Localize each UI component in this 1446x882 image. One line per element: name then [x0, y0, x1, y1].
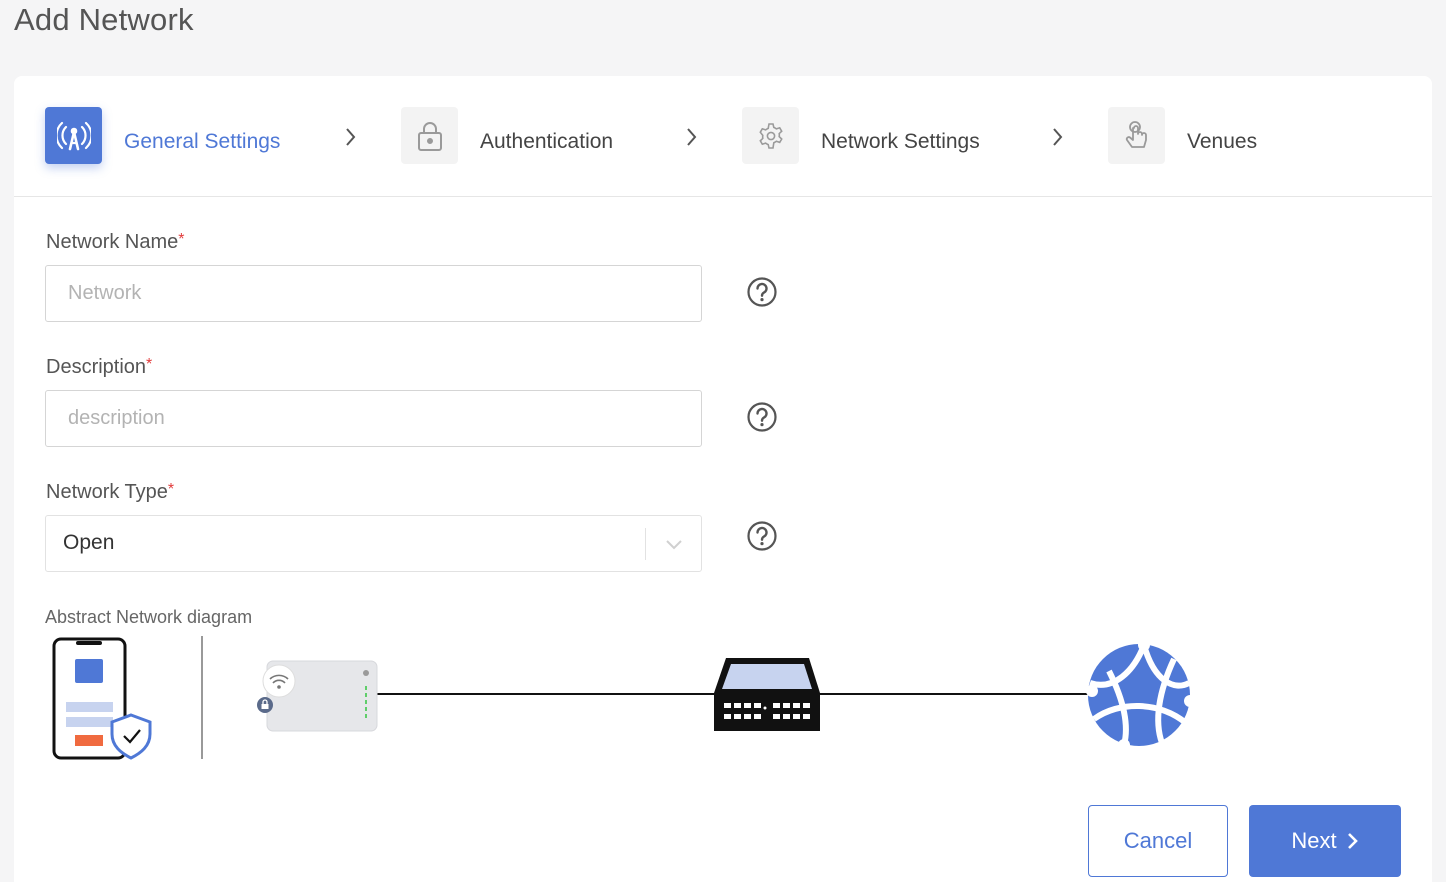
description-label: Description*	[46, 356, 152, 379]
chevron-right-icon	[346, 128, 356, 146]
help-icon[interactable]	[746, 520, 778, 552]
phone-shield-icon	[52, 637, 152, 760]
step-label: Authentication	[480, 129, 614, 153]
access-point-icon	[257, 660, 378, 732]
description-input[interactable]	[45, 390, 702, 447]
step-label: General Settings	[124, 129, 281, 153]
step-network-settings[interactable]: Network Settings	[742, 107, 980, 164]
hand-pointer-icon	[1108, 107, 1165, 164]
network-diagram	[52, 636, 1196, 760]
cancel-button[interactable]: Cancel	[1088, 805, 1228, 877]
next-button[interactable]: Next	[1249, 805, 1401, 877]
broadcast-antenna-icon	[45, 107, 102, 164]
help-icon[interactable]	[746, 276, 778, 308]
diagram-label: Abstract Network diagram	[45, 607, 253, 627]
wizard-stepper: General Settings Authentication Network …	[14, 76, 1432, 197]
lock-icon	[401, 107, 458, 164]
description-label-text: Description	[46, 356, 147, 378]
network-type-label-text: Network Type	[46, 481, 168, 503]
gear-icon	[742, 107, 799, 164]
wizard-card: General Settings Authentication Network …	[14, 76, 1432, 882]
chevron-right-icon	[1053, 128, 1063, 146]
required-mark: *	[146, 356, 153, 373]
network-name-label-text: Network Name	[46, 231, 179, 253]
globe-icon	[1086, 639, 1196, 751]
step-authentication[interactable]: Authentication	[401, 107, 613, 164]
page-title: Add Network	[14, 2, 194, 37]
cancel-button-label: Cancel	[1123, 828, 1193, 853]
network-name-label: Network Name*	[46, 231, 185, 254]
chevron-right-icon	[1347, 833, 1358, 849]
switch-icon	[714, 658, 820, 731]
required-mark: *	[167, 481, 175, 498]
network-type-label: Network Type*	[46, 481, 174, 504]
chevron-right-icon	[687, 128, 697, 146]
network-type-select[interactable]: Open	[45, 515, 702, 572]
next-button-label: Next	[1291, 828, 1337, 853]
select-separator	[645, 528, 646, 560]
step-general-settings[interactable]: General Settings	[45, 107, 280, 164]
step-label: Network Settings	[821, 129, 980, 153]
step-label: Venues	[1187, 129, 1258, 153]
help-icon[interactable]	[746, 401, 778, 433]
step-venues[interactable]: Venues	[1108, 107, 1257, 164]
network-name-input[interactable]	[45, 265, 702, 322]
network-type-value: Open	[63, 531, 115, 554]
required-mark: *	[178, 231, 185, 248]
chevron-down-icon[interactable]	[663, 533, 685, 555]
